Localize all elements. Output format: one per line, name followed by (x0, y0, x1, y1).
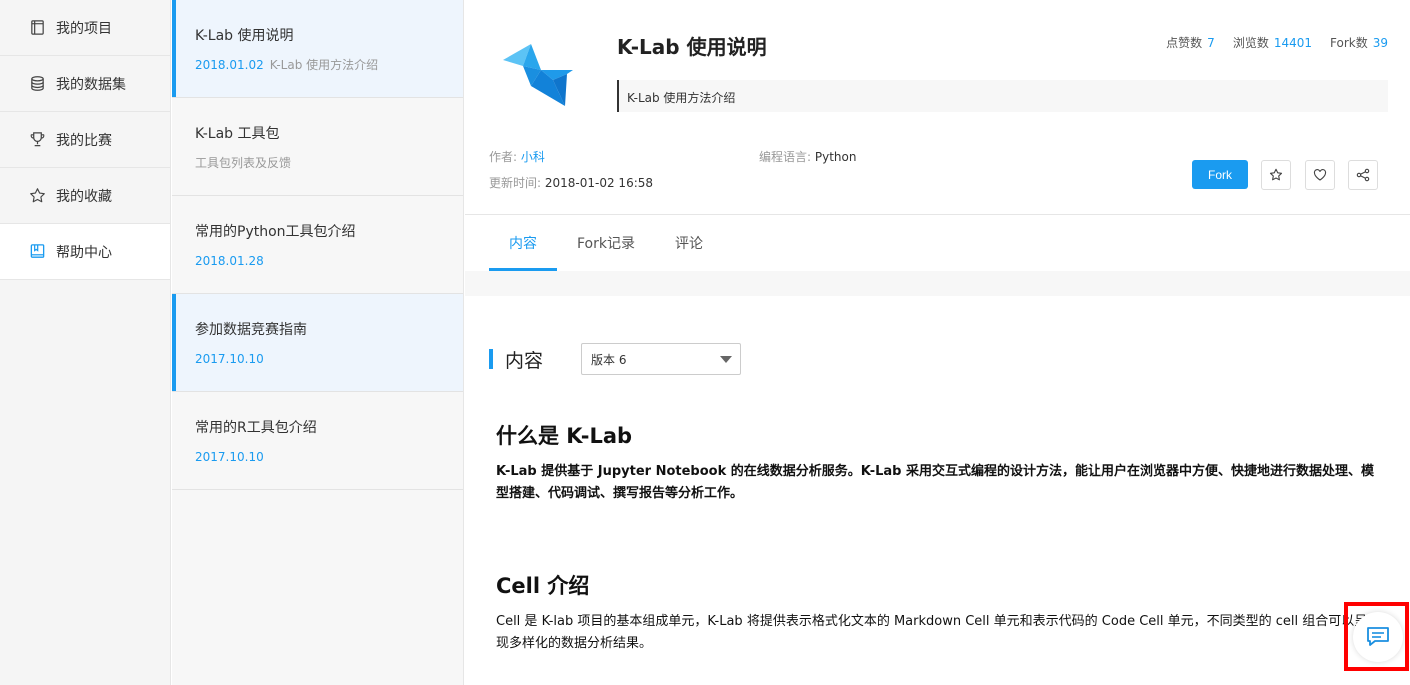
fork-button[interactable]: Fork (1192, 160, 1248, 189)
doc-title: K-Lab 工具包 (195, 126, 280, 142)
updated-value: 2018-01-02 16:58 (544, 176, 654, 190)
section-title: 内容 (505, 349, 544, 372)
doc-title: 常用的Python工具包介绍 (195, 224, 356, 240)
tab-content[interactable]: 内容 (489, 215, 557, 271)
content-paragraph: Cell 是 K-lab 项目的基本组成单元，K-Lab 将提供表示格式化文本的… (496, 614, 1368, 651)
version-value: 版本 6 (591, 352, 627, 367)
doc-title: 常用的R工具包介绍 (195, 420, 317, 436)
book-icon (28, 19, 46, 37)
klab-logo (503, 44, 573, 106)
author-row: 作者: 小科 (489, 148, 545, 165)
doc-list-item[interactable]: K-Lab 工具包 工具包列表及反馈 (172, 98, 463, 196)
nav-item-my-projects[interactable]: 我的项目 (0, 0, 170, 56)
language-label: 编程语言: (759, 150, 812, 164)
nav-item-my-favorites[interactable]: 我的收藏 (0, 168, 170, 224)
doc-title: 参加数据竞赛指南 (195, 322, 307, 338)
language-value: Python (814, 150, 857, 164)
project-stats: 点赞数 7 浏览数 14401 Fork数 39 (1166, 34, 1388, 51)
nav-item-help-center[interactable]: 帮助中心 (0, 224, 170, 280)
database-icon (28, 75, 46, 93)
left-navigation: 我的项目 我的数据集 我的比赛 我的收藏 帮助中心 (0, 0, 171, 685)
notebook-content: 什么是 K-Lab K-Lab 提供基于 Jupyter Notebook 的在… (496, 418, 1376, 655)
views-count: 14401 (1273, 36, 1313, 50)
help-book-icon (28, 243, 46, 261)
likes-count: 7 (1207, 36, 1215, 50)
star-icon (28, 187, 46, 205)
nav-label: 帮助中心 (56, 244, 112, 261)
content-heading: 什么是 K-Lab (496, 424, 633, 448)
nav-label: 我的收藏 (56, 188, 112, 205)
help-doc-list: K-Lab 使用说明 2018.01.02 K-Lab 使用方法介绍 K-Lab … (172, 0, 464, 685)
highlight-box (1344, 602, 1409, 671)
nav-label: 我的项目 (56, 20, 112, 37)
updated-row: 更新时间: 2018-01-02 16:58 (489, 174, 653, 191)
section-heading: 内容 (489, 346, 543, 372)
author-link[interactable]: 小科 (521, 150, 545, 164)
share-icon (1356, 168, 1370, 182)
star-icon (1269, 168, 1283, 181)
section-accent-bar (489, 349, 493, 369)
forks-label: Fork数 (1330, 36, 1368, 50)
doc-date: 2017.10.10 (195, 352, 264, 366)
tab-separator-band (465, 271, 1410, 296)
doc-date: 2017.10.10 (195, 450, 264, 464)
doc-date: 2018.01.02 (195, 58, 264, 72)
nav-label: 我的比赛 (56, 132, 112, 149)
version-select[interactable]: 版本 6 (581, 343, 741, 375)
doc-list-item[interactable]: 常用的Python工具包介绍 2018.01.28 (172, 196, 463, 294)
doc-date: 2018.01.28 (195, 254, 264, 268)
doc-desc: K-Lab 使用方法介绍 (269, 58, 379, 72)
project-description: K-Lab 使用方法介绍 (617, 80, 1388, 112)
views-label: 浏览数 (1232, 36, 1269, 50)
nav-label: 我的数据集 (56, 76, 126, 93)
content-heading: Cell 介绍 (496, 574, 590, 598)
project-detail-panel: K-Lab 使用说明 点赞数 7 浏览数 14401 Fork数 39 K-Lab 使… (465, 0, 1410, 685)
doc-list-item[interactable]: 常用的R工具包介绍 2017.10.10 (172, 392, 463, 490)
author-label: 作者: (489, 150, 518, 164)
updated-label: 更新时间: (489, 176, 542, 190)
language-row: 编程语言: Python (759, 148, 856, 165)
content-paragraph: K-Lab 提供基于 Jupyter Notebook 的在线数据分析服务。K-… (496, 464, 1375, 501)
doc-list-item[interactable]: K-Lab 使用说明 2018.01.02 K-Lab 使用方法介绍 (172, 0, 463, 98)
doc-list-item[interactable]: 参加数据竞赛指南 2017.10.10 (172, 294, 463, 392)
favorite-button[interactable] (1261, 160, 1291, 190)
nav-item-my-competitions[interactable]: 我的比赛 (0, 112, 170, 168)
likes-label: 点赞数 (1166, 36, 1203, 50)
tab-fork-records[interactable]: Fork记录 (557, 215, 655, 271)
forks-count: 39 (1372, 36, 1388, 50)
caret-down-icon (720, 356, 732, 363)
doc-desc: 工具包列表及反馈 (195, 156, 292, 170)
project-title: K-Lab 使用说明 (617, 35, 767, 59)
tab-bar: 内容 Fork记录 评论 (489, 215, 723, 271)
doc-title: K-Lab 使用说明 (195, 28, 294, 44)
share-button[interactable] (1348, 160, 1378, 190)
like-button[interactable] (1305, 160, 1335, 190)
trophy-icon (28, 131, 46, 149)
tab-comments[interactable]: 评论 (655, 215, 723, 271)
heart-icon (1313, 169, 1327, 181)
nav-item-my-datasets[interactable]: 我的数据集 (0, 56, 170, 112)
